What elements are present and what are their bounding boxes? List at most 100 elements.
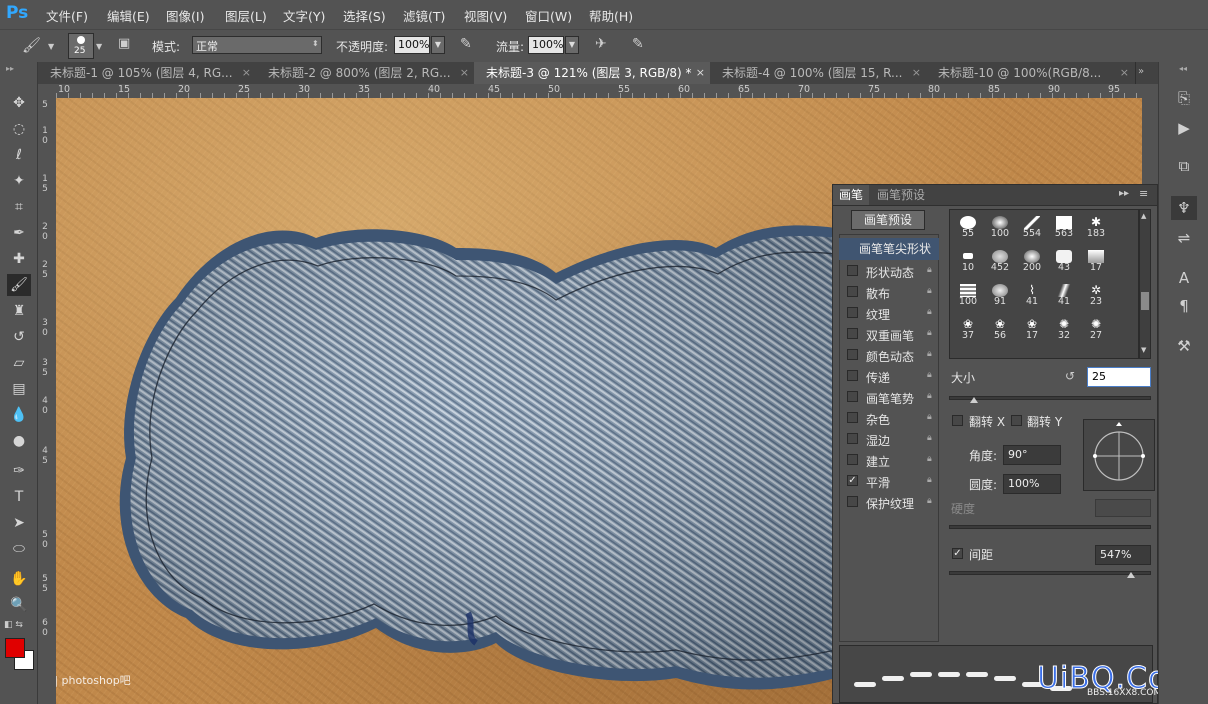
scroll-down-icon[interactable]: ▼ — [1141, 346, 1146, 354]
path-select-tool-icon[interactable]: ➤ — [7, 512, 31, 534]
pen-tool-icon[interactable]: ✑ — [7, 460, 31, 482]
tab-document-2[interactable]: 未标题-2 @ 800% (图层 2, RG... × — [256, 62, 476, 84]
foreground-color-swatch[interactable] — [5, 638, 25, 658]
mode-select[interactable]: 正常 — [192, 36, 322, 54]
brush-tip[interactable]: ❀ 56 — [984, 316, 1016, 342]
brush-tip[interactable]: 43 — [1048, 248, 1080, 274]
lock-icon[interactable]: 🔒︎ — [927, 412, 937, 423]
menu-layer[interactable]: 图层(L) — [225, 6, 267, 24]
spacing-slider[interactable] — [949, 571, 1151, 575]
option-wet-edges[interactable]: 湿边 🔒︎ — [839, 429, 939, 450]
option-scattering[interactable]: 散布 🔒︎ — [839, 282, 939, 303]
checkbox[interactable] — [847, 454, 858, 465]
brush-panel-icon[interactable]: ♆ — [1171, 196, 1197, 220]
option-color-dynamics[interactable]: 颜色动态 🔒︎ — [839, 345, 939, 366]
angle-field[interactable]: 90° — [1003, 445, 1061, 465]
healing-tool-icon[interactable]: ✚ — [7, 248, 31, 270]
checkbox[interactable] — [847, 349, 858, 360]
spacing-field[interactable]: 547% — [1095, 545, 1151, 565]
option-build-up[interactable]: 建立 🔒︎ — [839, 450, 939, 471]
lock-icon[interactable]: 🔒︎ — [927, 391, 937, 402]
history-brush-icon[interactable]: ↺ — [7, 326, 31, 348]
brush-tip[interactable]: 563 — [1048, 214, 1080, 240]
checkbox[interactable]: ✓ — [847, 475, 858, 486]
eraser-tool-icon[interactable]: ▱ — [7, 352, 31, 374]
brush-tip[interactable]: ✲ 23 — [1080, 282, 1112, 308]
collapse-icon[interactable]: ▸▸ — [1119, 188, 1129, 199]
menu-window[interactable]: 窗口(W) — [525, 6, 572, 24]
flow-dropdown[interactable]: ▼ — [565, 36, 579, 54]
tab-brush[interactable]: 画笔 — [833, 185, 870, 205]
gradient-tool-icon[interactable]: ▤ — [7, 378, 31, 400]
menu-view[interactable]: 视图(V) — [464, 6, 507, 24]
close-icon[interactable]: × — [696, 62, 705, 84]
chevron-down-icon[interactable]: ▼ — [96, 42, 102, 51]
marquee-tool-icon[interactable]: ◌ — [7, 118, 31, 140]
brush-tip[interactable]: 554 — [1016, 214, 1048, 240]
option-smoothing[interactable]: ✓ 平滑 🔒︎ — [839, 471, 939, 492]
crop-tool-icon[interactable]: ⌗ — [7, 196, 31, 218]
lock-icon[interactable]: 🔒︎ — [927, 307, 937, 318]
brush-tip[interactable]: 17 — [1080, 248, 1112, 274]
lock-icon[interactable]: 🔒︎ — [927, 349, 937, 360]
brush-tip[interactable]: 100 — [952, 282, 984, 308]
shape-tool-icon[interactable]: ⬭ — [7, 538, 31, 560]
brush-grid-scrollbar[interactable]: ▲ ▼ — [1139, 209, 1151, 359]
eyedropper-tool-icon[interactable]: ✒ — [7, 222, 31, 244]
history-panel-icon[interactable]: ⎘ — [1171, 86, 1197, 110]
hand-tool-icon[interactable]: ✋ — [7, 568, 31, 590]
menu-file[interactable]: 文件(F) — [46, 6, 88, 24]
option-protect-texture[interactable]: 保护纹理 🔒︎ — [839, 492, 939, 513]
checkbox[interactable] — [847, 370, 858, 381]
lock-icon[interactable]: 🔒︎ — [927, 475, 937, 486]
brush-presets-button[interactable]: 画笔预设 — [851, 210, 925, 230]
tool-preset-dropdown-icon[interactable]: ▼ — [48, 42, 54, 51]
3d-panel-icon[interactable]: ⧉ — [1171, 154, 1197, 178]
option-shape-dynamics[interactable]: 形状动态 🔒︎ — [839, 261, 939, 282]
dodge-tool-icon[interactable]: ● — [7, 430, 31, 452]
character-panel-icon[interactable]: A — [1171, 266, 1197, 290]
brush-panel-toggle-icon[interactable]: ▣ — [118, 36, 130, 51]
reset-size-icon[interactable]: ↺ — [1065, 369, 1075, 383]
brush-tip[interactable]: ✺ 32 — [1048, 316, 1080, 342]
option-dual-brush[interactable]: 双重画笔 🔒︎ — [839, 324, 939, 345]
clone-source-icon[interactable]: ⇌ — [1171, 226, 1197, 250]
tab-document-1[interactable]: 未标题-1 @ 105% (图层 4, RG... × — [38, 62, 258, 84]
type-tool-icon[interactable]: T — [7, 486, 31, 508]
quick-select-tool-icon[interactable]: ✦ — [7, 170, 31, 192]
brush-tip[interactable]: ✱ 183 — [1080, 214, 1112, 240]
checkbox[interactable] — [847, 391, 858, 402]
pressure-size-icon[interactable]: ✎ — [632, 36, 644, 52]
brush-tip[interactable]: ✺ 27 — [1080, 316, 1112, 342]
close-icon[interactable]: × — [242, 62, 251, 84]
scroll-thumb[interactable] — [1141, 292, 1149, 310]
flip-x-checkbox[interactable] — [952, 415, 963, 426]
tab-brush-presets[interactable]: 画笔预设 — [871, 185, 931, 205]
lock-icon[interactable]: 🔒︎ — [927, 433, 937, 444]
size-field[interactable]: 25 — [1087, 367, 1151, 387]
close-icon[interactable]: × — [1120, 62, 1129, 84]
checkbox[interactable] — [847, 328, 858, 339]
brush-tip-shape-item[interactable]: 画笔笔尖形状 — [839, 238, 939, 260]
tab-document-10[interactable]: 未标题-10 @ 100%(RGB/8... × — [926, 62, 1136, 84]
lock-icon[interactable]: 🔒︎ — [927, 286, 937, 297]
zoom-tool-icon[interactable]: 🔍 — [7, 594, 31, 616]
default-colors-icon[interactable]: ◧ ⇆ — [4, 620, 23, 630]
option-noise[interactable]: 杂色 🔒︎ — [839, 408, 939, 429]
tab-overflow-icon[interactable]: » — [1138, 66, 1144, 77]
lasso-tool-icon[interactable]: ℓ — [7, 144, 31, 166]
airbrush-icon[interactable]: ✈ — [595, 36, 607, 52]
size-slider-thumb[interactable] — [970, 397, 978, 403]
option-brush-pose[interactable]: 画笔笔势 🔒︎ — [839, 387, 939, 408]
lock-icon[interactable]: 🔒︎ — [927, 454, 937, 465]
brush-tip[interactable]: 91 — [984, 282, 1016, 308]
panel-menu-icon[interactable]: ≡ — [1139, 187, 1148, 200]
menu-edit[interactable]: 编辑(E) — [107, 6, 150, 24]
checkbox[interactable] — [847, 286, 858, 297]
brush-tool-icon[interactable]: 🖌 — [7, 274, 31, 296]
scroll-up-icon[interactable]: ▲ — [1141, 212, 1146, 220]
tab-document-3[interactable]: 未标题-3 @ 121% (图层 3, RGB/8) * × — [474, 62, 712, 84]
lock-icon[interactable]: 🔒︎ — [927, 265, 937, 276]
brush-tip[interactable]: 200 — [1016, 248, 1048, 274]
brush-tip[interactable]: 452 — [984, 248, 1016, 274]
